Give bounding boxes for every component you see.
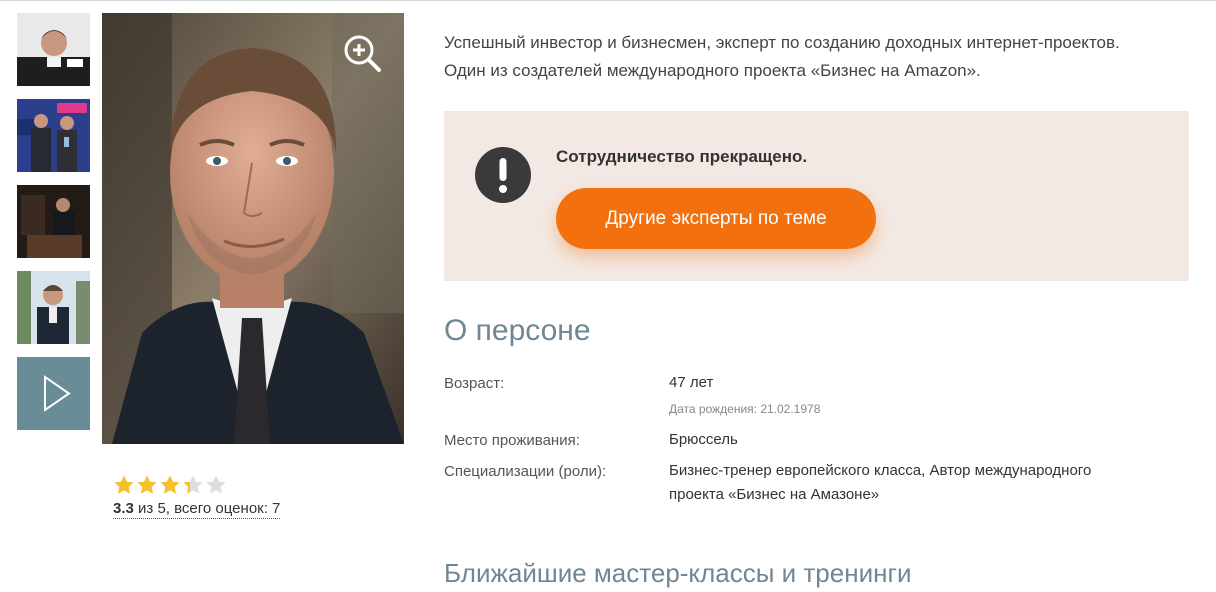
about-heading: О персоне bbox=[444, 314, 591, 347]
rating-count: из 5, всего оценок: 7 bbox=[133, 500, 281, 517]
expert-intro: Успешный инвестор и бизнесмен, эксперт п… bbox=[444, 29, 1184, 85]
gallery-thumbnail-3[interactable] bbox=[17, 185, 90, 258]
residence-value: Брюссель bbox=[669, 431, 738, 448]
cooperation-notice: Сотрудничество прекращено. Другие экспер… bbox=[444, 111, 1189, 281]
gallery-thumbnail-2[interactable] bbox=[17, 99, 90, 172]
play-icon bbox=[44, 375, 71, 412]
roles-value-line-1: Бизнес-тренер европейского класса, Автор… bbox=[669, 462, 1092, 479]
upcoming-trainings-heading: Ближайшие мастер-классы и тренинги bbox=[444, 558, 912, 588]
intro-line-2: Один из создателей международного проект… bbox=[444, 61, 981, 80]
residence-label: Место проживания: bbox=[444, 432, 580, 449]
rating-score: 3.3 bbox=[113, 500, 134, 517]
rating-block: 3.3 из 5, всего оценок: 7 bbox=[113, 474, 281, 519]
gallery-thumbnails bbox=[17, 13, 90, 443]
roles-value-line-2: проекта «Бизнес на Амазоне» bbox=[669, 486, 880, 503]
roles-value: Бизнес-тренер европейского класса, Автор… bbox=[669, 459, 1169, 507]
rating-summary[interactable]: 3.3 из 5, всего оценок: 7 bbox=[113, 500, 281, 519]
other-experts-button[interactable]: Другие эксперты по теме bbox=[556, 188, 876, 249]
star-icon bbox=[160, 475, 180, 494]
top-divider bbox=[0, 0, 1216, 1]
age-value: 47 лет bbox=[669, 374, 714, 391]
star-icon bbox=[137, 475, 157, 494]
gallery-video-thumbnail[interactable] bbox=[17, 357, 90, 430]
notice-title: Сотрудничество прекращено. bbox=[556, 147, 808, 166]
gallery-thumbnail-1[interactable] bbox=[17, 13, 90, 86]
expert-photo[interactable] bbox=[102, 13, 404, 444]
zoom-in-icon[interactable] bbox=[342, 33, 382, 73]
intro-line-1: Успешный инвестор и бизнесмен, эксперт п… bbox=[444, 33, 1120, 52]
star-empty-icon bbox=[206, 475, 226, 494]
roles-label: Специализации (роли): bbox=[444, 463, 607, 480]
star-half-icon bbox=[183, 475, 203, 494]
rating-stars[interactable] bbox=[113, 474, 280, 496]
gallery-thumbnail-4[interactable] bbox=[17, 271, 90, 344]
birth-date: Дата рождения: 21.02.1978 bbox=[669, 402, 821, 416]
star-icon bbox=[114, 475, 134, 494]
exclamation-icon bbox=[475, 147, 531, 203]
age-label: Возраст: bbox=[444, 375, 505, 392]
